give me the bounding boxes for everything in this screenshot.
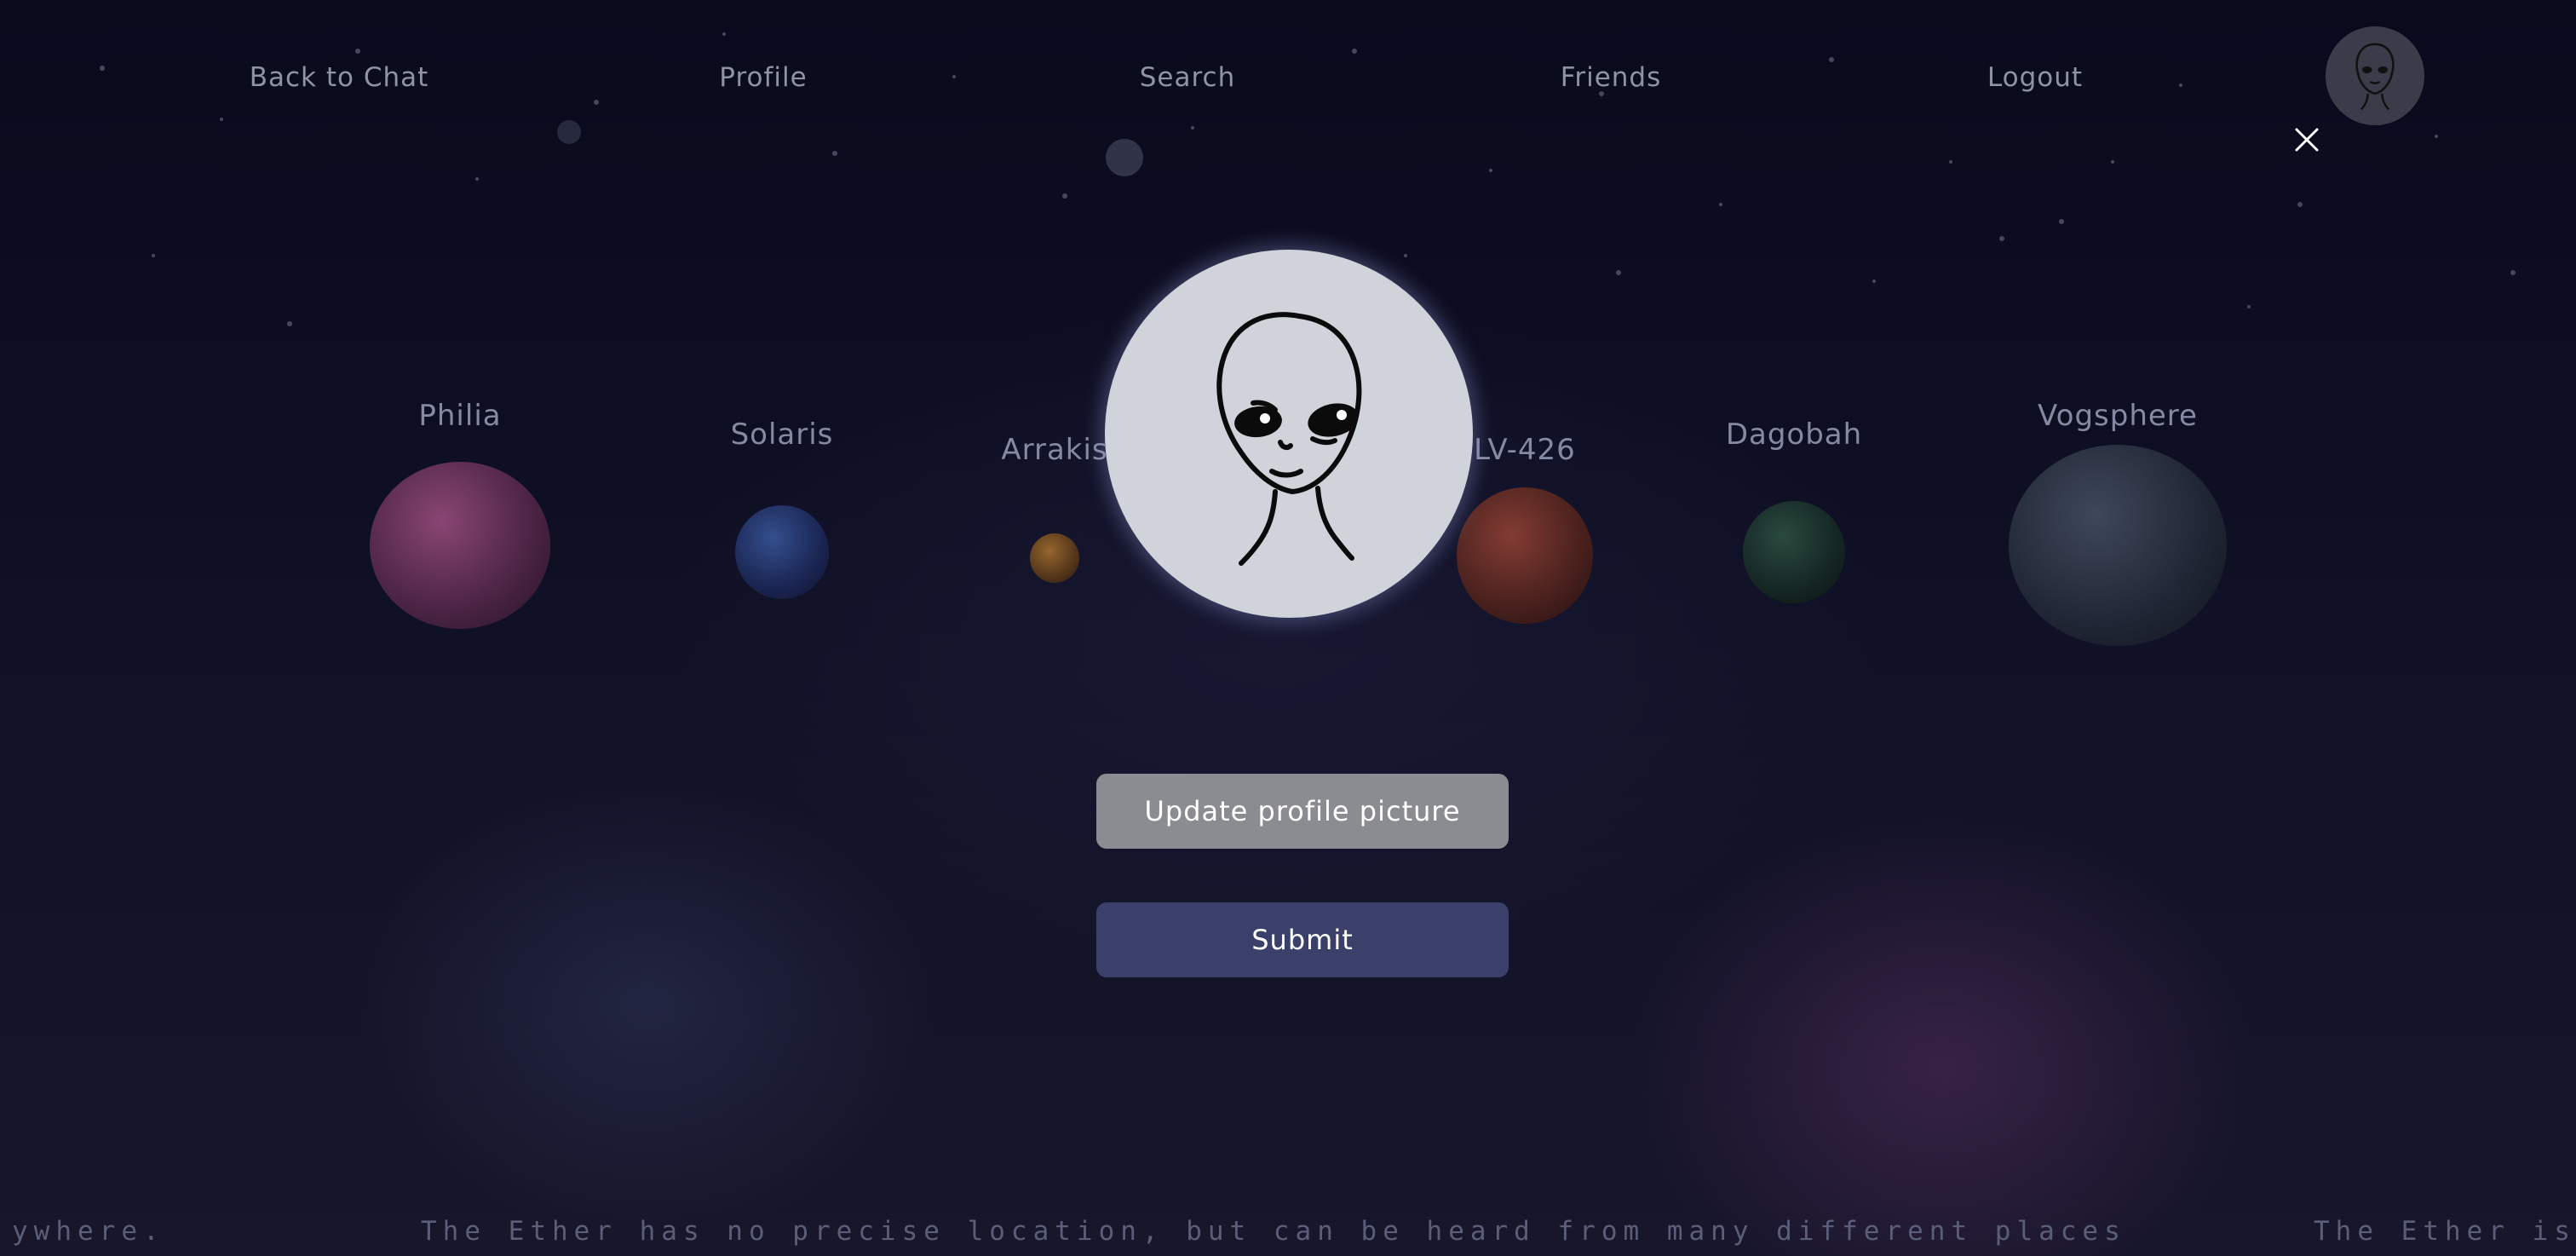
planet-label: Philia [418, 399, 502, 433]
planet-sphere [735, 505, 829, 599]
submit-button[interactable]: Submit [1096, 902, 1509, 977]
planet-label: Arrakis [1001, 433, 1108, 467]
marquee-text-right: The Ether is [2314, 1216, 2576, 1247]
marquee-text-left: ywhere. [12, 1216, 165, 1247]
update-profile-picture-button[interactable]: Update profile picture [1096, 774, 1509, 849]
profile-picture-preview [1105, 250, 1473, 618]
nav-search[interactable]: Search [1140, 56, 1236, 99]
planet-sphere [2009, 445, 2227, 646]
close-icon[interactable] [2291, 124, 2322, 155]
planet-sphere [370, 462, 550, 629]
planet-sphere [1030, 533, 1079, 583]
user-avatar-button[interactable] [2326, 26, 2424, 125]
planet-sphere [1457, 487, 1593, 624]
nav-logout[interactable]: Logout [1987, 56, 2083, 99]
planet-label: Vogsphere [2038, 399, 2198, 433]
nav-friends[interactable]: Friends [1561, 56, 1661, 99]
top-navigation: Back to Chat Profile Search Friends Logo… [0, 0, 2576, 153]
marquee-text-main: The Ether has no precise location, but c… [421, 1216, 2126, 1247]
planet-label: LV-426 [1474, 433, 1576, 467]
nav-profile[interactable]: Profile [719, 56, 807, 99]
planet-label: Dagobah [1725, 418, 1863, 452]
nav-back-to-chat[interactable]: Back to Chat [250, 56, 429, 99]
alien-avatar-icon [1216, 312, 1362, 566]
planet-label: Solaris [730, 418, 834, 452]
planet-sphere [1743, 501, 1845, 603]
alien-avatar-icon [2355, 43, 2395, 111]
